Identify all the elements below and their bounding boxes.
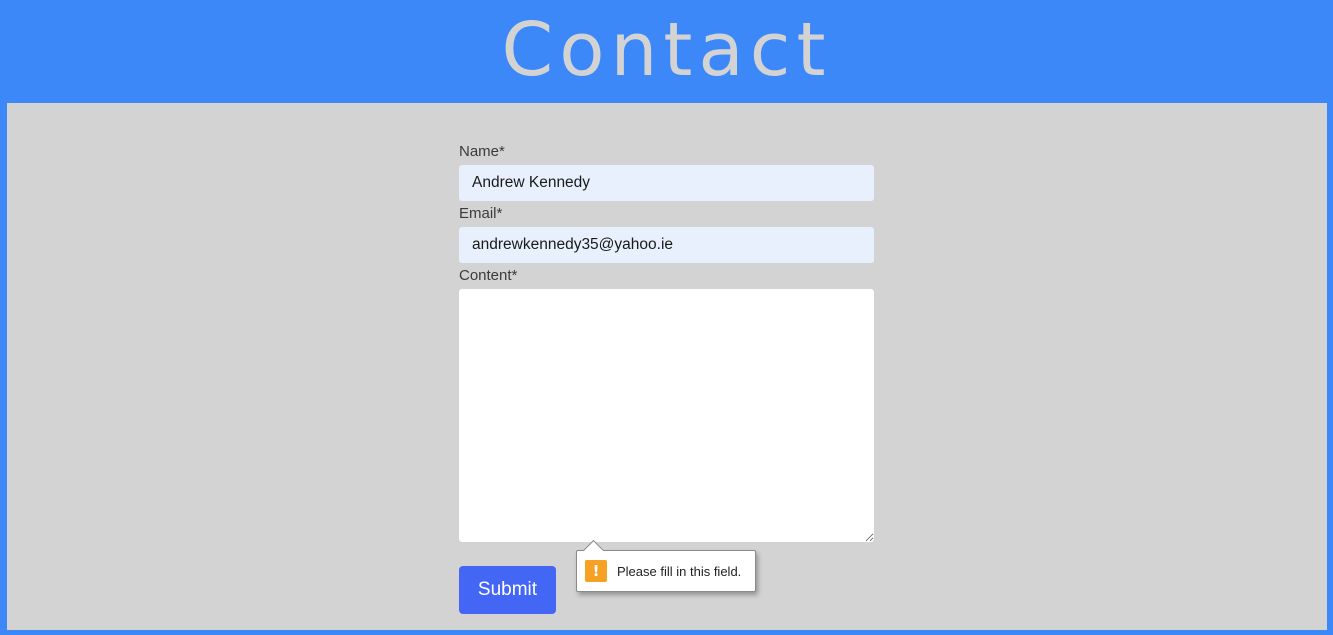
submit-button[interactable]: Submit: [459, 566, 556, 614]
page-header: Contact: [0, 0, 1333, 103]
tooltip-arrow: [582, 539, 605, 562]
name-field[interactable]: [459, 165, 874, 201]
name-label: Name*: [459, 143, 505, 160]
email-field[interactable]: [459, 227, 874, 263]
validation-tooltip: ! Please fill in this field.: [576, 539, 756, 592]
content-field[interactable]: [459, 289, 874, 542]
warning-icon: !: [585, 560, 607, 582]
content-label: Content*: [459, 267, 518, 284]
email-label: Email*: [459, 205, 503, 222]
contact-panel: Name* Email* Content* Submit ! Please fi…: [7, 103, 1327, 630]
page-title: Contact: [501, 7, 832, 93]
validation-message: Please fill in this field.: [617, 563, 742, 579]
